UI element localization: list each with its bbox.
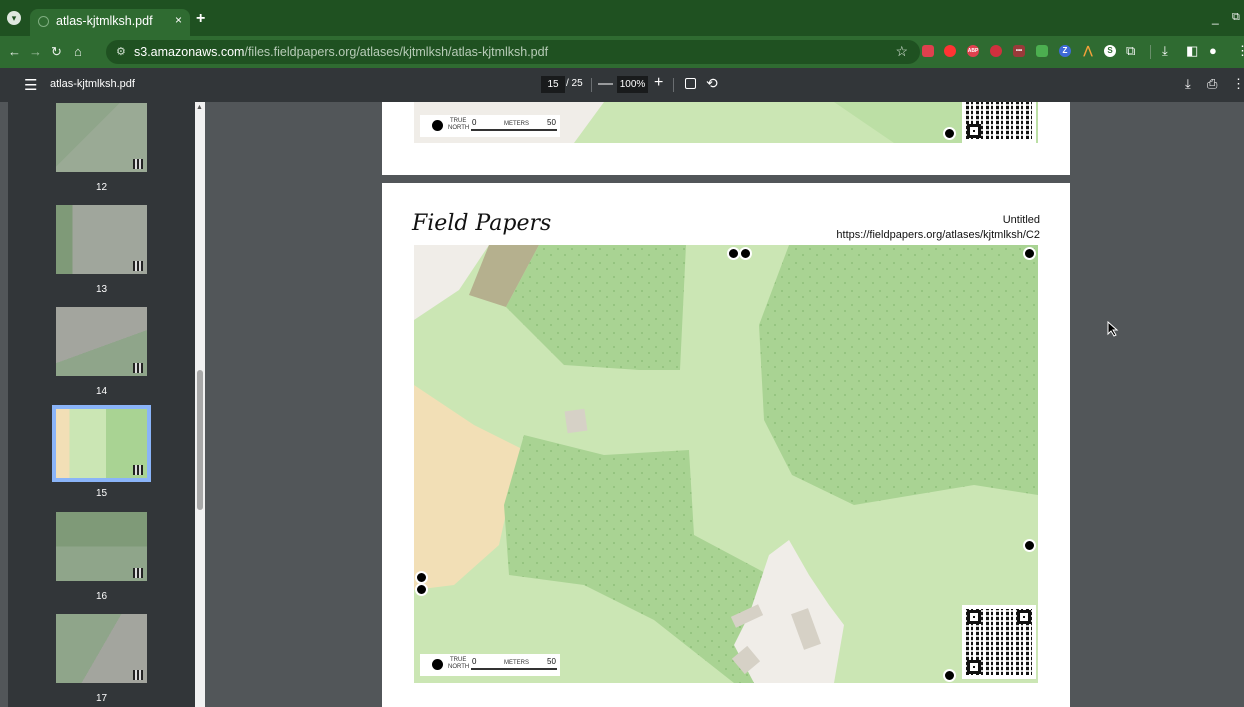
zoom-input[interactable]: 100%: [617, 76, 648, 93]
z-ext-icon[interactable]: Z: [1059, 45, 1071, 57]
tab-bar: ▾ atlas-kjtmlksh.pdf × + _ ⧉: [0, 0, 1244, 36]
scale-bar: TRUE NORTH 0 METERS 50: [420, 654, 560, 676]
thumbnail-number: 13: [95, 284, 108, 295]
s-ext-icon[interactable]: S: [1104, 45, 1116, 57]
page-thumbnail[interactable]: [56, 512, 147, 581]
map-fragment: TRUE NORTH 0 METERS 50: [414, 102, 1038, 143]
registration-dot: [943, 669, 956, 682]
profile-avatar-icon[interactable]: ●: [1209, 43, 1217, 58]
scroll-up-icon[interactable]: ▲: [196, 104, 203, 111]
qr-code: [962, 605, 1036, 679]
downloads-icon[interactable]: ⤓: [1162, 43, 1168, 59]
rainbow-ext-icon[interactable]: ⋀: [1082, 45, 1094, 57]
atlas-title: Untitled: [1002, 214, 1040, 226]
reload-icon[interactable]: ↻: [51, 44, 62, 60]
field-papers-logo: Field Papers: [412, 211, 552, 236]
browser-toolbar: ← → ↻ ⌂ ⚙ s3.amazonaws.com/files.fieldpa…: [0, 36, 1244, 68]
page-thumbnail[interactable]: [56, 103, 147, 172]
site-info-icon[interactable]: ⚙: [116, 45, 126, 58]
puzzle-icon[interactable]: ⧉: [1126, 43, 1135, 59]
fit-page-icon[interactable]: [685, 78, 696, 89]
tab-close-icon[interactable]: ×: [175, 13, 182, 27]
adblock-icon[interactable]: ABP: [967, 45, 979, 57]
page-thumbnail[interactable]: [56, 205, 147, 274]
password-icon[interactable]: •••: [1013, 45, 1025, 57]
browser-menu-icon[interactable]: ⋮: [1236, 43, 1244, 59]
home-icon[interactable]: ⌂: [74, 44, 82, 59]
side-panel-icon[interactable]: ◧: [1186, 43, 1198, 59]
thumbnail-sidebar: 12 13 14 15 16 17: [8, 102, 205, 707]
zoom-in-button[interactable]: +: [654, 74, 663, 92]
tab-title: atlas-kjtmlksh.pdf: [56, 14, 153, 28]
qr-code: [962, 102, 1036, 143]
pdf-page-previous: TRUE NORTH 0 METERS 50: [382, 102, 1070, 175]
thumbnail-number: 15: [95, 488, 108, 499]
rotate-icon[interactable]: ⟲: [706, 75, 718, 92]
download-icon[interactable]: ⤓: [1185, 76, 1191, 92]
ublock-icon[interactable]: [990, 45, 1002, 57]
mouse-cursor-icon: [1107, 321, 1119, 337]
registration-dot: [739, 247, 752, 260]
address-bar[interactable]: ⚙ s3.amazonaws.com/files.fieldpapers.org…: [106, 40, 920, 64]
new-tab-button[interactable]: +: [196, 10, 205, 28]
registration-dot: [1023, 539, 1036, 552]
forward-icon[interactable]: →: [29, 44, 42, 59]
thumbnail-number: 16: [95, 591, 108, 602]
registration-dot: [943, 127, 956, 140]
document-title: atlas-kjtmlksh.pdf: [50, 78, 135, 90]
page-thumbnail-selected[interactable]: [56, 409, 147, 478]
registration-dot: [1023, 247, 1036, 260]
registration-dot: [415, 583, 428, 596]
sidebar-toggle-icon[interactable]: ☰: [24, 76, 37, 94]
page-thumbnail[interactable]: [56, 614, 147, 683]
restore-icon[interactable]: ⧉: [1232, 11, 1240, 24]
sidebar-scrollbar[interactable]: ▲: [195, 102, 205, 707]
page-number-input[interactable]: 15: [541, 76, 565, 93]
tab-search-icon[interactable]: ▾: [7, 11, 21, 25]
opera-icon[interactable]: [944, 45, 956, 57]
scale-bar: TRUE NORTH 0 METERS 50: [420, 115, 560, 137]
page-total: / 25: [566, 78, 583, 89]
pdf-page-current: Field Papers Untitled https://fieldpaper…: [382, 183, 1070, 707]
more-options-icon[interactable]: ⋮: [1232, 76, 1244, 92]
scrollbar-thumb[interactable]: [197, 370, 203, 510]
toolbar-divider: [591, 78, 592, 92]
thumbnail-number: 12: [95, 182, 108, 193]
toolbar-divider: [673, 78, 674, 92]
pdf-toolbar: ☰ atlas-kjtmlksh.pdf 15 / 25 — 100% + ⟲ …: [0, 68, 1244, 102]
print-icon[interactable]: ⎙: [1207, 76, 1217, 92]
tab-favicon-icon: [38, 16, 49, 27]
shield-ext-icon[interactable]: [1036, 45, 1048, 57]
page-thumbnail[interactable]: [56, 307, 147, 376]
back-icon[interactable]: ←: [8, 44, 21, 59]
atlas-url: https://fieldpapers.org/atlases/kjtmlksh…: [836, 229, 1040, 241]
pocket-icon[interactable]: [922, 45, 934, 57]
bookmark-star-icon[interactable]: ☆: [895, 43, 908, 60]
thumbnail-number: 17: [95, 693, 108, 704]
url-text[interactable]: s3.amazonaws.com/files.fieldpapers.org/a…: [134, 45, 548, 59]
toolbar-divider: [1150, 45, 1151, 59]
thumbnail-number: 14: [95, 386, 108, 397]
tab-active[interactable]: atlas-kjtmlksh.pdf ×: [30, 9, 190, 36]
minimize-icon[interactable]: _: [1212, 11, 1219, 25]
zoom-out-button[interactable]: —: [598, 75, 613, 92]
map-area: TRUE NORTH 0 METERS 50: [414, 245, 1038, 683]
map-shapes: [414, 245, 1038, 683]
